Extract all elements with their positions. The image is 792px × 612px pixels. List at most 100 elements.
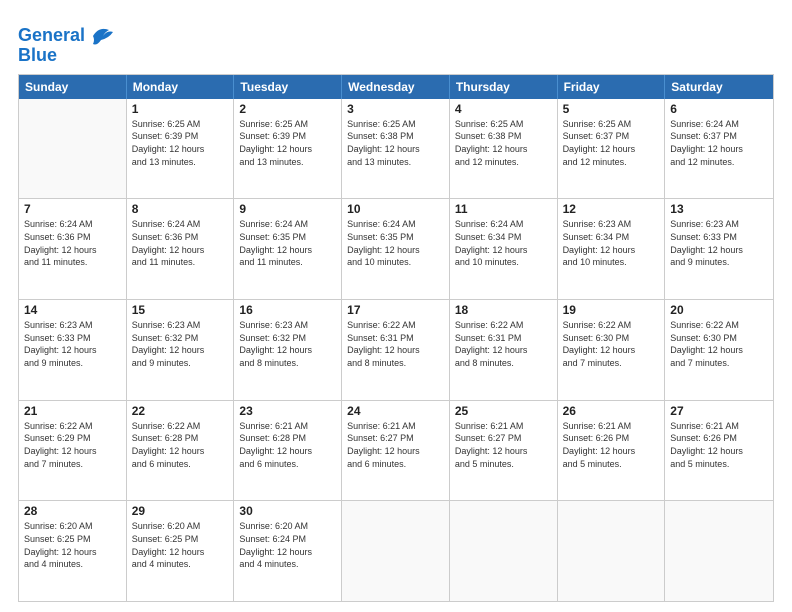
day-number: 6 — [670, 102, 768, 116]
calendar-cell: 22 Sunrise: 6:22 AM Sunset: 6:28 PM Dayli… — [127, 401, 235, 501]
calendar-cell: 17Sunrise: 6:22 AM Sunset: 6:31 PM Dayli… — [342, 300, 450, 400]
day-number: 5 — [563, 102, 660, 116]
day-number: 14 — [24, 303, 121, 317]
day-number: 25 — [455, 404, 552, 418]
calendar-cell: 20 Sunrise: 6:22 AM Sunset: 6:30 PM Dayli… — [665, 300, 773, 400]
day-number: 15 — [132, 303, 229, 317]
day-info: Sunrise: 6:23 AM Sunset: 6:34 PM Dayligh… — [563, 218, 660, 268]
calendar-cell: 16 Sunrise: 6:23 AM Sunset: 6:32 PM Dayli… — [234, 300, 342, 400]
header-day-sunday: Sunday — [19, 75, 127, 99]
calendar-cell: 14 Sunrise: 6:23 AM Sunset: 6:33 PM Dayli… — [19, 300, 127, 400]
header-day-friday: Friday — [558, 75, 666, 99]
day-info: Sunrise: 6:24 AM Sunset: 6:35 PM Dayligh… — [239, 218, 336, 268]
day-info: Sunrise: 6:24 AM Sunset: 6:37 PM Dayligh… — [670, 118, 768, 168]
day-info: Sunrise: 6:24 AM Sunset: 6:35 PM Dayligh… — [347, 218, 444, 268]
calendar-cell: 29 Sunrise: 6:20 AM Sunset: 6:25 PM Dayli… — [127, 501, 235, 601]
day-number: 26 — [563, 404, 660, 418]
calendar-cell: 8 Sunrise: 6:24 AM Sunset: 6:36 PM Daylig… — [127, 199, 235, 299]
calendar-row-3: 21 Sunrise: 6:22 AM Sunset: 6:29 PM Dayli… — [19, 400, 773, 501]
day-number: 27 — [670, 404, 768, 418]
calendar-cell — [450, 501, 558, 601]
day-info: Sunrise: 6:21 AM Sunset: 6:26 PM Dayligh… — [563, 420, 660, 470]
day-info: Sunrise: 6:22 AM Sunset: 6:28 PM Dayligh… — [132, 420, 229, 470]
day-info: Sunrise: 6:21 AM Sunset: 6:26 PM Dayligh… — [670, 420, 768, 470]
day-number: 2 — [239, 102, 336, 116]
day-number: 19 — [563, 303, 660, 317]
day-number: 21 — [24, 404, 121, 418]
calendar-cell: 24Sunrise: 6:21 AM Sunset: 6:27 PM Dayli… — [342, 401, 450, 501]
calendar-cell — [342, 501, 450, 601]
day-info: Sunrise: 6:23 AM Sunset: 6:33 PM Dayligh… — [670, 218, 768, 268]
calendar-cell: 26 Sunrise: 6:21 AM Sunset: 6:26 PM Dayli… — [558, 401, 666, 501]
day-number: 9 — [239, 202, 336, 216]
calendar-cell — [665, 501, 773, 601]
calendar: SundayMondayTuesdayWednesdayThursdayFrid… — [18, 74, 774, 602]
calendar-cell: 7 Sunrise: 6:24 AM Sunset: 6:36 PM Daylig… — [19, 199, 127, 299]
day-number: 13 — [670, 202, 768, 216]
day-info: Sunrise: 6:23 AM Sunset: 6:33 PM Dayligh… — [24, 319, 121, 369]
day-info: Sunrise: 6:25 AM Sunset: 6:37 PM Dayligh… — [563, 118, 660, 168]
calendar-cell: 23Sunrise: 6:21 AM Sunset: 6:28 PM Dayli… — [234, 401, 342, 501]
calendar-row-0: 1 Sunrise: 6:25 AM Sunset: 6:39 PM Daylig… — [19, 99, 773, 199]
calendar-cell: 28 Sunrise: 6:20 AM Sunset: 6:25 PM Dayli… — [19, 501, 127, 601]
day-number: 28 — [24, 504, 121, 518]
day-number: 4 — [455, 102, 552, 116]
day-number: 30 — [239, 504, 336, 518]
calendar-cell: 5 Sunrise: 6:25 AM Sunset: 6:37 PM Daylig… — [558, 99, 666, 199]
header-day-thursday: Thursday — [450, 75, 558, 99]
day-number: 29 — [132, 504, 229, 518]
day-info: Sunrise: 6:24 AM Sunset: 6:36 PM Dayligh… — [24, 218, 121, 268]
day-info: Sunrise: 6:25 AM Sunset: 6:38 PM Dayligh… — [455, 118, 552, 168]
day-info: Sunrise: 6:22 AM Sunset: 6:29 PM Dayligh… — [24, 420, 121, 470]
day-number: 10 — [347, 202, 444, 216]
logo-bird-icon — [87, 22, 115, 50]
day-number: 20 — [670, 303, 768, 317]
day-number: 8 — [132, 202, 229, 216]
logo-text-general: General — [18, 26, 85, 46]
day-number: 7 — [24, 202, 121, 216]
calendar-cell: 27 Sunrise: 6:21 AM Sunset: 6:26 PM Dayli… — [665, 401, 773, 501]
day-info: Sunrise: 6:25 AM Sunset: 6:39 PM Dayligh… — [239, 118, 336, 168]
day-number: 18 — [455, 303, 552, 317]
calendar-cell: 30Sunrise: 6:20 AM Sunset: 6:24 PM Dayli… — [234, 501, 342, 601]
calendar-cell: 3 Sunrise: 6:25 AM Sunset: 6:38 PM Daylig… — [342, 99, 450, 199]
day-info: Sunrise: 6:22 AM Sunset: 6:30 PM Dayligh… — [563, 319, 660, 369]
calendar-header: SundayMondayTuesdayWednesdayThursdayFrid… — [19, 75, 773, 99]
day-info: Sunrise: 6:24 AM Sunset: 6:36 PM Dayligh… — [132, 218, 229, 268]
calendar-cell: 6 Sunrise: 6:24 AM Sunset: 6:37 PM Daylig… — [665, 99, 773, 199]
day-number: 23 — [239, 404, 336, 418]
day-info: Sunrise: 6:20 AM Sunset: 6:25 PM Dayligh… — [24, 520, 121, 570]
day-info: Sunrise: 6:20 AM Sunset: 6:25 PM Dayligh… — [132, 520, 229, 570]
calendar-cell: 25Sunrise: 6:21 AM Sunset: 6:27 PM Dayli… — [450, 401, 558, 501]
logo: General Blue — [18, 22, 115, 66]
calendar-cell: 15Sunrise: 6:23 AM Sunset: 6:32 PM Dayli… — [127, 300, 235, 400]
calendar-cell: 12 Sunrise: 6:23 AM Sunset: 6:34 PM Dayli… — [558, 199, 666, 299]
calendar-cell: 11 Sunrise: 6:24 AM Sunset: 6:34 PM Dayli… — [450, 199, 558, 299]
calendar-cell: 18 Sunrise: 6:22 AM Sunset: 6:31 PM Dayli… — [450, 300, 558, 400]
calendar-body: 1 Sunrise: 6:25 AM Sunset: 6:39 PM Daylig… — [19, 99, 773, 601]
day-number: 1 — [132, 102, 229, 116]
day-number: 12 — [563, 202, 660, 216]
day-info: Sunrise: 6:25 AM Sunset: 6:39 PM Dayligh… — [132, 118, 229, 168]
calendar-row-1: 7 Sunrise: 6:24 AM Sunset: 6:36 PM Daylig… — [19, 198, 773, 299]
day-info: Sunrise: 6:22 AM Sunset: 6:31 PM Dayligh… — [455, 319, 552, 369]
header: General Blue — [18, 18, 774, 66]
day-number: 11 — [455, 202, 552, 216]
header-day-wednesday: Wednesday — [342, 75, 450, 99]
calendar-cell — [19, 99, 127, 199]
header-day-saturday: Saturday — [665, 75, 773, 99]
day-info: Sunrise: 6:22 AM Sunset: 6:30 PM Dayligh… — [670, 319, 768, 369]
calendar-cell: 10 Sunrise: 6:24 AM Sunset: 6:35 PM Dayli… — [342, 199, 450, 299]
day-info: Sunrise: 6:22 AM Sunset: 6:31 PM Dayligh… — [347, 319, 444, 369]
calendar-row-4: 28 Sunrise: 6:20 AM Sunset: 6:25 PM Dayli… — [19, 500, 773, 601]
calendar-cell: 21 Sunrise: 6:22 AM Sunset: 6:29 PM Dayli… — [19, 401, 127, 501]
day-info: Sunrise: 6:24 AM Sunset: 6:34 PM Dayligh… — [455, 218, 552, 268]
day-number: 16 — [239, 303, 336, 317]
page: General Blue SundayMondayTuesdayWednesda… — [0, 0, 792, 612]
day-number: 22 — [132, 404, 229, 418]
day-info: Sunrise: 6:25 AM Sunset: 6:38 PM Dayligh… — [347, 118, 444, 168]
calendar-row-2: 14 Sunrise: 6:23 AM Sunset: 6:33 PM Dayli… — [19, 299, 773, 400]
day-number: 3 — [347, 102, 444, 116]
day-info: Sunrise: 6:23 AM Sunset: 6:32 PM Dayligh… — [239, 319, 336, 369]
calendar-cell: 13 Sunrise: 6:23 AM Sunset: 6:33 PM Dayli… — [665, 199, 773, 299]
